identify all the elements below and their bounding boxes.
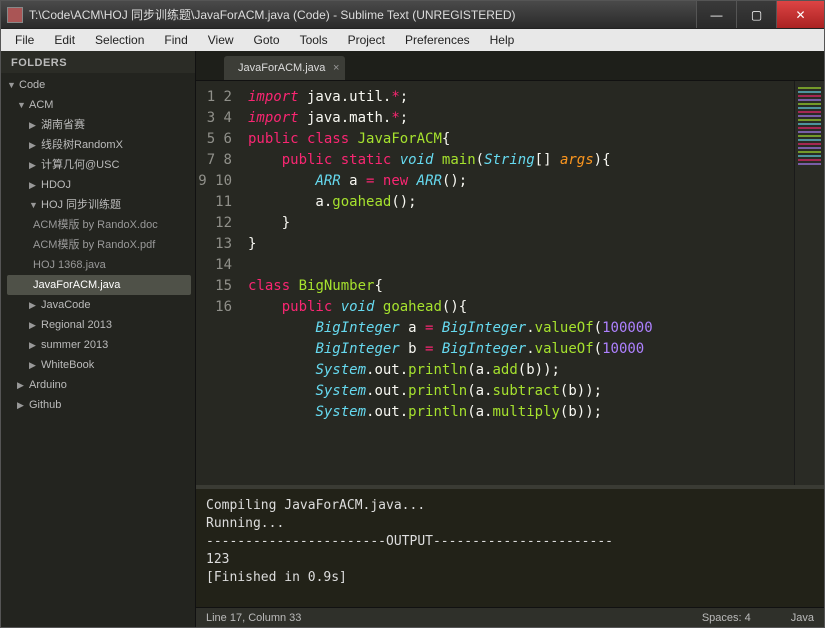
disclosure-triangle-icon[interactable] xyxy=(17,377,27,393)
menu-help[interactable]: Help xyxy=(480,30,525,50)
tab-bar: JavaForACM.java × xyxy=(196,51,824,81)
menu-project[interactable]: Project xyxy=(338,30,395,50)
minimap[interactable] xyxy=(794,81,824,485)
tab-active[interactable]: JavaForACM.java × xyxy=(224,56,345,80)
editor[interactable]: 1 2 3 4 5 6 7 8 9 10 11 12 13 14 15 16 i… xyxy=(196,81,824,485)
tree-label: Github xyxy=(29,397,61,413)
main-area: JavaForACM.java × 1 2 3 4 5 6 7 8 9 10 1… xyxy=(196,51,824,627)
close-button[interactable]: ✕ xyxy=(776,1,824,28)
disclosure-triangle-icon[interactable] xyxy=(29,297,39,313)
window-controls: — ▢ ✕ xyxy=(696,1,824,28)
build-output[interactable]: Compiling JavaForACM.java... Running... … xyxy=(196,485,824,607)
file-item[interactable]: ACM模版 by RandoX.doc xyxy=(7,215,191,235)
file-item[interactable]: HOJ 1368.java xyxy=(7,255,191,275)
maximize-button[interactable]: ▢ xyxy=(736,1,776,28)
tree-label: HOJ 同步训练题 xyxy=(41,197,121,213)
sidebar: FOLDERS Code ACM 湖南省赛线段树RandomX 计算几何@USC HDO… xyxy=(1,51,196,627)
app-icon xyxy=(7,7,23,23)
status-cursor[interactable]: Line 17, Column 33 xyxy=(206,612,301,624)
tree-label: 湖南省赛 xyxy=(41,117,85,133)
window-title: T:\Code\ACM\HOJ 同步训练题\JavaForACM.java (C… xyxy=(29,6,696,23)
tree-label: summer 2013 xyxy=(41,337,108,353)
disclosure-triangle-icon[interactable] xyxy=(29,197,39,213)
disclosure-triangle-icon[interactable] xyxy=(29,137,39,153)
menu-file[interactable]: File xyxy=(5,30,44,50)
app-window: T:\Code\ACM\HOJ 同步训练题\JavaForACM.java (C… xyxy=(0,0,825,628)
tree-label: ACM xyxy=(29,97,53,113)
folder-item[interactable]: 湖南省赛 xyxy=(7,115,191,135)
disclosure-triangle-icon[interactable] xyxy=(29,357,39,373)
tree-label: Code xyxy=(19,77,45,93)
folder-item[interactable]: JavaCode xyxy=(7,295,191,315)
disclosure-triangle-icon[interactable] xyxy=(17,97,27,113)
folder-item[interactable]: ACM xyxy=(7,95,191,115)
menubar: FileEditSelectionFindViewGotoToolsProjec… xyxy=(1,29,824,51)
folder-item[interactable]: 线段树RandomX xyxy=(7,135,191,155)
menu-goto[interactable]: Goto xyxy=(244,30,290,50)
tree-label: HOJ 1368.java xyxy=(33,257,106,273)
editor-area: JavaForACM.java × 1 2 3 4 5 6 7 8 9 10 1… xyxy=(196,51,824,485)
disclosure-triangle-icon[interactable] xyxy=(29,317,39,333)
tree-label: HDOJ xyxy=(41,177,71,193)
minimize-button[interactable]: — xyxy=(696,1,736,28)
menu-find[interactable]: Find xyxy=(154,30,197,50)
folder-item[interactable]: Arduino xyxy=(7,375,191,395)
statusbar: Line 17, Column 33 Spaces: 4 Java xyxy=(196,607,824,627)
file-item[interactable]: JavaForACM.java xyxy=(7,275,191,295)
folder-item[interactable]: Regional 2013 xyxy=(7,315,191,335)
close-tab-icon[interactable]: × xyxy=(333,62,339,74)
status-spaces[interactable]: Spaces: 4 xyxy=(702,612,751,624)
folder-item[interactable]: summer 2013 xyxy=(7,335,191,355)
code-content[interactable]: import java.util.*;import java.math.*;pu… xyxy=(240,81,794,485)
line-gutter: 1 2 3 4 5 6 7 8 9 10 11 12 13 14 15 16 xyxy=(196,81,240,485)
folder-item[interactable]: Github xyxy=(7,395,191,415)
status-lang[interactable]: Java xyxy=(791,612,814,624)
tree-label: Regional 2013 xyxy=(41,317,112,333)
menu-tools[interactable]: Tools xyxy=(290,30,338,50)
tree-label: 线段树RandomX xyxy=(41,137,123,153)
disclosure-triangle-icon[interactable] xyxy=(7,77,17,93)
titlebar[interactable]: T:\Code\ACM\HOJ 同步训练题\JavaForACM.java (C… xyxy=(1,1,824,29)
tree-label: ACM模版 by RandoX.doc xyxy=(33,217,158,233)
folder-item[interactable]: Code xyxy=(7,75,191,95)
disclosure-triangle-icon[interactable] xyxy=(17,397,27,413)
tree-label: JavaCode xyxy=(41,297,91,313)
folder-item[interactable]: HOJ 同步训练题 xyxy=(7,195,191,215)
menu-preferences[interactable]: Preferences xyxy=(395,30,480,50)
tree-label: WhiteBook xyxy=(41,357,94,373)
menu-edit[interactable]: Edit xyxy=(44,30,85,50)
menu-selection[interactable]: Selection xyxy=(85,30,154,50)
tab-label: JavaForACM.java xyxy=(238,62,325,74)
folder-item[interactable]: 计算几何@USC xyxy=(7,155,191,175)
folder-item[interactable]: WhiteBook xyxy=(7,355,191,375)
tree-label: JavaForACM.java xyxy=(33,277,120,293)
sidebar-header: FOLDERS xyxy=(1,51,195,73)
tree-label: 计算几何@USC xyxy=(41,157,119,173)
disclosure-triangle-icon[interactable] xyxy=(29,157,39,173)
menu-view[interactable]: View xyxy=(198,30,244,50)
tree-label: ACM模版 by RandoX.pdf xyxy=(33,237,155,253)
disclosure-triangle-icon[interactable] xyxy=(29,337,39,353)
tree-label: Arduino xyxy=(29,377,67,393)
body: FOLDERS Code ACM 湖南省赛线段树RandomX 计算几何@USC HDO… xyxy=(1,51,824,627)
disclosure-triangle-icon[interactable] xyxy=(29,177,39,193)
file-item[interactable]: ACM模版 by RandoX.pdf xyxy=(7,235,191,255)
disclosure-triangle-icon[interactable] xyxy=(29,117,39,133)
folder-tree: Code ACM 湖南省赛线段树RandomX 计算几何@USC HDOJ HOJ 同步训… xyxy=(1,73,195,419)
folder-item[interactable]: HDOJ xyxy=(7,175,191,195)
